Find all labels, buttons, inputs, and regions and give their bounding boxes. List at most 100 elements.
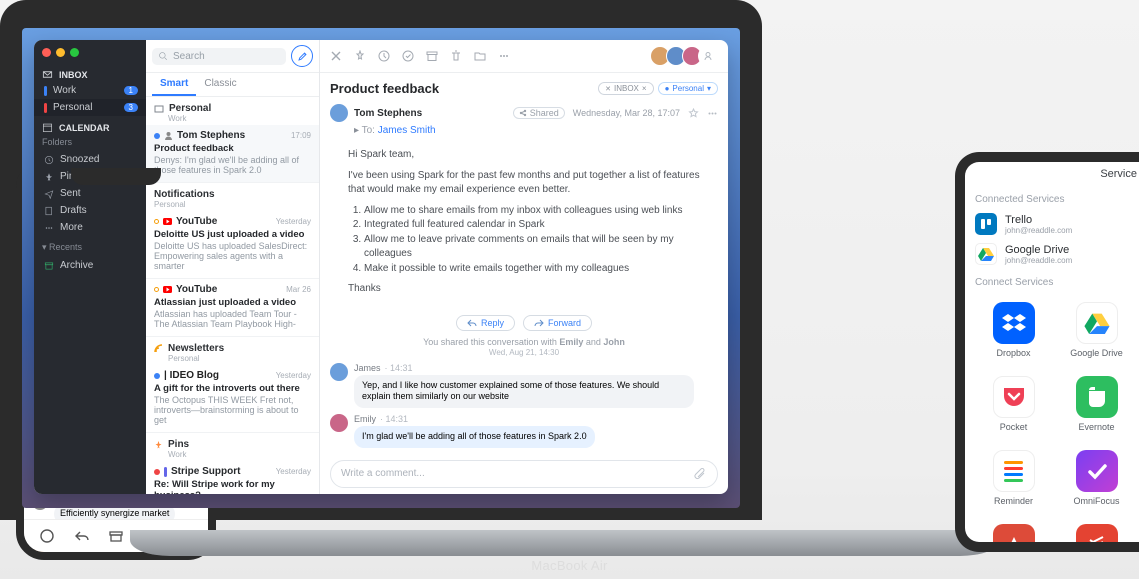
group-personal[interactable]: Personal (146, 97, 319, 114)
circle-icon[interactable] (39, 528, 55, 544)
avatar (330, 363, 348, 381)
more-icon[interactable] (498, 50, 510, 62)
tile-pocket[interactable]: Pocket (979, 376, 1048, 432)
reader-from-row[interactable]: Tom Stephens Shared Wednesday, Mar 28, 1… (320, 102, 728, 124)
sidebar-inbox-header[interactable]: INBOX (34, 63, 146, 82)
search-input[interactable]: Search (152, 48, 286, 65)
message-item[interactable]: Stripe SupportYesterday Re: Will Stripe … (146, 461, 319, 494)
window-controls[interactable] (34, 40, 146, 63)
done-icon[interactable] (402, 50, 414, 62)
inbox-icon (42, 69, 53, 80)
service-google-drive[interactable]: Google Drivejohn@readdle.com (965, 239, 1139, 269)
connect-services-label: Connect Services (965, 269, 1139, 292)
pin-icon (44, 172, 54, 182)
list-tabs: Smart Classic (146, 73, 319, 97)
reply-icon[interactable] (74, 528, 90, 544)
sidebar-recents-label[interactable]: ▾ Recents (34, 240, 146, 257)
chip-inbox[interactable]: ✕ INBOX × (598, 82, 653, 95)
trello-icon (975, 213, 997, 235)
message-item[interactable]: Tom Stephens17:09 Product feedback Denys… (146, 125, 319, 183)
group-newsletters[interactable]: Newsletters (146, 337, 319, 354)
group-pins[interactable]: Pins (146, 433, 319, 450)
close-icon[interactable] (330, 50, 342, 62)
macbook-label: MacBook Air (531, 558, 607, 573)
stripe-icon (164, 467, 167, 477)
tile-omnifocus[interactable]: OmniFocus (1062, 450, 1131, 506)
person-icon (164, 131, 173, 140)
tile-gdrive[interactable]: Google Drive (1062, 302, 1131, 358)
tab-smart[interactable]: Smart (152, 73, 196, 96)
archive-icon (44, 261, 54, 271)
ipad-device: Service Connected Services Trellojohn@re… (955, 152, 1139, 552)
archive-icon[interactable] (426, 50, 438, 62)
email-subject: Product feedback (330, 81, 439, 96)
youtube-icon (163, 285, 172, 294)
youtube-icon (163, 217, 172, 226)
pin-icon (154, 440, 163, 449)
macbook-device: INBOX Work1 Personal3 CALENDAR Folders S… (0, 0, 762, 520)
comment-bubble[interactable]: Yep, and I like how customer explained s… (354, 375, 694, 408)
trash-icon[interactable] (450, 50, 462, 62)
snooze-icon[interactable] (378, 50, 390, 62)
shared-pill[interactable]: Shared (513, 107, 565, 119)
sidebar-item-work[interactable]: Work1 (34, 82, 146, 99)
sidebar-item-sent[interactable]: Sent (34, 185, 146, 202)
more-icon (44, 223, 54, 233)
reader-toolbar (320, 40, 728, 73)
sidebar-item-more[interactable]: More (34, 219, 146, 236)
forward-button[interactable]: Forward (523, 315, 592, 331)
comment-bubble[interactable]: I'm glad we'll be adding all of those fe… (354, 426, 595, 448)
reply-button[interactable]: Reply (456, 315, 515, 331)
chip-personal[interactable]: ● Personal ▾ (658, 82, 718, 95)
services-grid: Dropbox Google Drive Pocket Evernote Rem… (965, 292, 1139, 552)
shared-notice: You shared this conversation with Emily … (320, 337, 728, 359)
unread-dot-icon (154, 469, 160, 475)
tile-evernote[interactable]: Evernote (1062, 376, 1131, 432)
sidebar-item-personal[interactable]: Personal3 (34, 99, 146, 116)
email-body: Hi Spark team, I've been using Spark for… (320, 142, 728, 311)
reader-pane: Product feedback ✕ INBOX × ● Personal ▾ … (320, 40, 728, 494)
ring-icon (154, 219, 159, 224)
spark-app-window: INBOX Work1 Personal3 CALENDAR Folders S… (34, 40, 728, 494)
iphone-notch (71, 167, 161, 185)
tile-todoist[interactable]: Todoist (1062, 524, 1131, 552)
sent-icon (44, 189, 54, 199)
add-participant-icon (698, 46, 718, 66)
avatar (330, 104, 348, 122)
avatar (330, 414, 348, 432)
more-icon[interactable] (707, 108, 718, 119)
sidebar-item-snoozed[interactable]: Snoozed (34, 151, 146, 168)
reply-icon (467, 318, 477, 328)
tile-reminder[interactable]: Reminder (979, 450, 1048, 506)
reader-subject-row: Product feedback ✕ INBOX × ● Personal ▾ (320, 73, 728, 102)
macbook-base (130, 530, 1000, 556)
message-item[interactable]: | IDEO BlogYesterday A gift for the intr… (146, 365, 319, 433)
folder-icon[interactable] (474, 50, 486, 62)
sidebar-item-archive[interactable]: Archive (34, 257, 146, 274)
sender-name: Tom Stephens (354, 108, 422, 119)
attach-icon[interactable] (693, 467, 707, 481)
gdrive-icon (975, 243, 997, 265)
sidebar-calendar-header[interactable]: CALENDAR (34, 116, 146, 135)
compose-button[interactable] (291, 45, 313, 67)
reply-actions: Reply Forward (320, 311, 728, 337)
tab-classic[interactable]: Classic (196, 73, 244, 96)
group-notifications[interactable]: Notifications (146, 183, 319, 200)
tile-dropbox[interactable]: Dropbox (979, 302, 1048, 358)
service-trello[interactable]: Trellojohn@readdle.com (965, 209, 1139, 239)
conversation-comments: James· 14:31 Yep, and I like how custome… (320, 359, 728, 460)
share-icon (519, 109, 527, 117)
archive-icon[interactable] (108, 528, 124, 544)
participant-avatars[interactable] (654, 46, 718, 66)
reader-to-row[interactable]: ▸ To: James Smith (320, 124, 728, 142)
star-icon[interactable] (688, 108, 699, 119)
comment-input[interactable]: Write a comment... (330, 460, 718, 488)
drafts-icon (44, 206, 54, 216)
sidebar-item-drafts[interactable]: Drafts (34, 202, 146, 219)
tile-wunderlist[interactable]: Wunderlist (979, 524, 1048, 552)
pin-icon[interactable] (354, 50, 366, 62)
timestamp: Wednesday, Mar 28, 17:07 (573, 108, 680, 118)
message-item[interactable]: YouTubeYesterday Deloitte US just upload… (146, 211, 319, 279)
message-list-pane: Search Smart Classic Personal Work Tom S… (146, 40, 320, 494)
message-item[interactable]: YouTubeMar 26 Atlassian just uploaded a … (146, 279, 319, 337)
